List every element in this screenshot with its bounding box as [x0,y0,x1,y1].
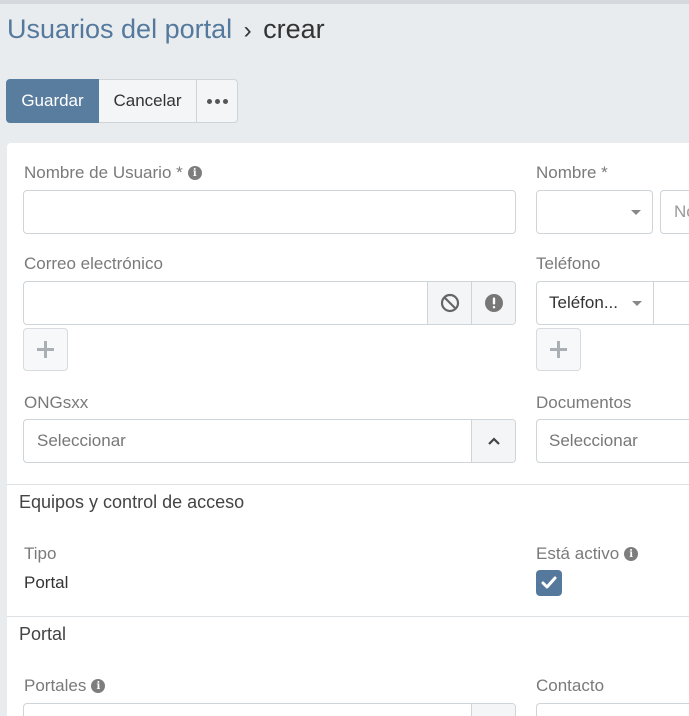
plus-icon [37,341,54,358]
breadcrumb-separator: › [243,17,252,44]
first-name-input[interactable]: Nc [660,190,689,234]
top-border [0,0,689,4]
breadcrumb-parent-link[interactable]: Usuarios del portal [7,14,232,44]
check-icon [541,576,557,589]
page-title: crear [263,14,325,44]
save-button[interactable]: Guardar [6,79,99,123]
tipo-label: Tipo [24,544,57,563]
info-icon[interactable]: i [187,166,202,180]
chevron-up-icon [487,437,500,445]
form-panel: Nombre de Usuario * i Nombre * Nc Correo… [7,143,689,716]
opt-out-button[interactable] [427,282,471,324]
documents-label: Documentos [536,393,632,412]
activo-checkbox[interactable] [536,570,562,596]
ban-icon [440,293,459,313]
portales-select-input[interactable] [23,703,516,716]
contacto-label: Contacto [536,676,605,695]
tipo-value: Portal [24,573,69,592]
breadcrumb: Usuarios del portal › crear [7,14,325,45]
email-label: Correo electrónico [24,254,163,273]
ongs-select-input[interactable]: Seleccionar [23,419,516,463]
caret-down-icon [631,210,641,215]
invalid-button[interactable] [471,282,515,324]
portales-toggle-button[interactable] [471,704,515,716]
ellipsis-icon [206,98,228,104]
add-phone-button[interactable] [536,328,581,371]
portales-label: Portales i [24,676,106,696]
info-icon[interactable]: i [624,547,639,561]
name-label: Nombre * [536,163,608,182]
teams-section-title: Equipos y control de acceso [19,492,245,512]
portal-section-title: Portal [19,624,67,644]
salutation-select[interactable] [536,190,653,234]
action-toolbar: Guardar Cancelar [6,79,238,123]
username-label: Nombre de Usuario * i [24,163,202,183]
phone-type-select[interactable]: Teléfon... [537,282,654,324]
activo-label: Está activo i [536,544,639,564]
ongs-toggle-button[interactable] [471,420,515,462]
more-actions-button[interactable] [197,79,238,123]
phone-input[interactable]: Teléfon... [536,281,689,325]
ongs-label: ONGsxx [24,393,89,412]
add-email-button[interactable] [23,328,68,371]
email-input[interactable] [23,281,516,325]
section-divider [7,616,689,617]
contacto-select-input[interactable] [536,703,689,716]
section-divider [7,484,689,485]
info-icon[interactable]: i [91,679,106,693]
exclamation-icon [484,294,503,312]
caret-down-icon [632,301,642,306]
plus-icon [550,341,567,358]
username-input[interactable] [23,190,516,234]
documents-select-input[interactable]: Seleccionar [536,419,689,463]
cancel-button[interactable]: Cancelar [99,79,197,123]
phone-label: Teléfono [536,254,601,273]
